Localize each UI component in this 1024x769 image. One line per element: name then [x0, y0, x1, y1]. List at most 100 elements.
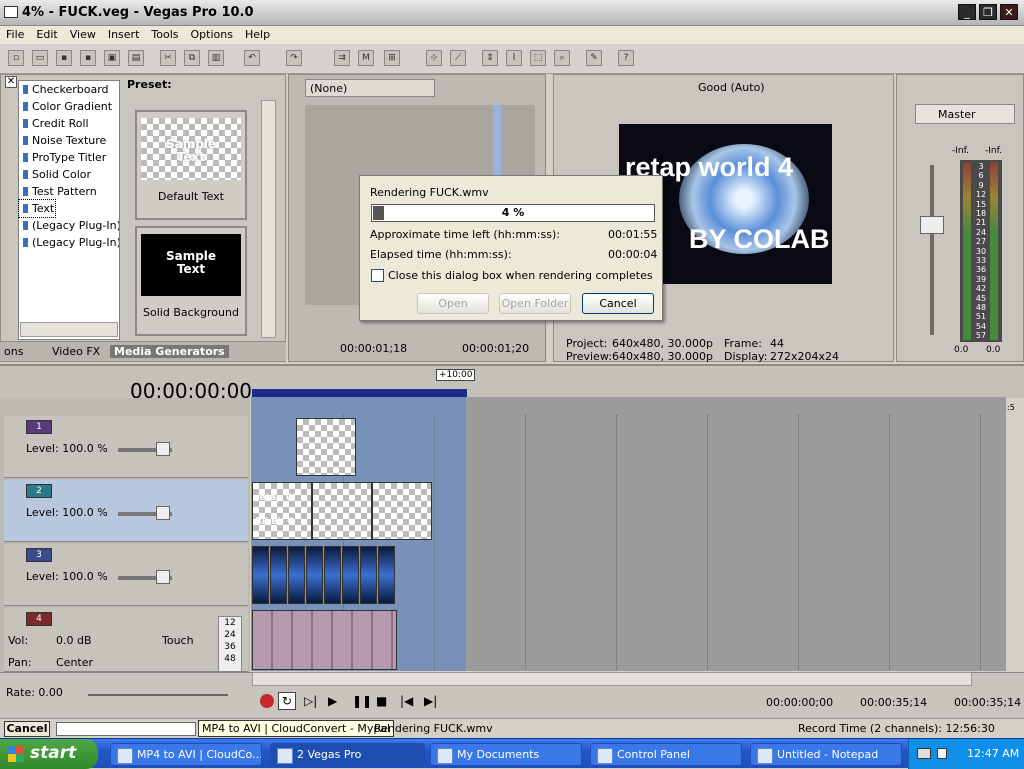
- generator-legacy-video[interactable]: (Legacy Plug-In) V: [19, 234, 119, 251]
- rate-slider[interactable]: [88, 694, 228, 696]
- menu-file[interactable]: File: [0, 26, 30, 41]
- level-slider-handle[interactable]: [156, 506, 170, 520]
- volume-icon[interactable]: [937, 748, 947, 759]
- save-as-icon[interactable]: ▪: [80, 50, 96, 66]
- task-notepad[interactable]: Untitled - Notepad: [750, 743, 902, 766]
- generator-checkerboard[interactable]: Checkerboard: [19, 81, 119, 98]
- generator-text[interactable]: Text: [18, 199, 56, 218]
- tab-video-fx[interactable]: Video FX: [52, 345, 100, 358]
- menu-view[interactable]: View: [64, 26, 102, 41]
- copy-icon[interactable]: ⧉: [184, 50, 200, 66]
- menu-help[interactable]: Help: [239, 26, 276, 41]
- record-button[interactable]: [260, 694, 274, 708]
- open-icon[interactable]: ▭: [32, 50, 48, 66]
- ignore-grouping-icon[interactable]: ⊞: [384, 50, 400, 66]
- video-thumbnail[interactable]: [288, 546, 305, 604]
- video-thumbnail[interactable]: [324, 546, 341, 604]
- open-folder-button[interactable]: Open Folder: [499, 293, 571, 314]
- track-header-3[interactable]: 3 Level: 100.0 %: [4, 544, 248, 606]
- level-slider-handle[interactable]: [156, 442, 170, 456]
- loop-playback-icon[interactable]: ↻: [278, 692, 296, 710]
- text-clip-track1[interactable]: [296, 418, 356, 476]
- close-panel-icon[interactable]: ✕: [5, 76, 17, 88]
- task-my-documents[interactable]: My Documents: [430, 743, 582, 766]
- generator-noise-texture[interactable]: Noise Texture: [19, 132, 119, 149]
- minimize-button[interactable]: _: [958, 4, 976, 20]
- cut-icon[interactable]: ✂: [160, 50, 176, 66]
- selection-tool-icon[interactable]: ⬚: [530, 50, 546, 66]
- master-fader-handle[interactable]: [920, 216, 944, 234]
- main-toolbar: ▫ ▭ ▪ ▪ ▣ ▤ ✂ ⧉ ▥ ↶ ↷ ⇉ M ⊞ ⊹ ⟋ ⇕ ⌇ ⬚ ⌕ …: [0, 44, 1024, 74]
- pause-icon[interactable]: ❚❚: [352, 694, 372, 708]
- normal-edit-tool-icon[interactable]: ⇕: [482, 50, 498, 66]
- save-icon[interactable]: ▪: [56, 50, 72, 66]
- vol-value: 0.0 dB: [56, 634, 92, 647]
- automation-mode[interactable]: Touch: [162, 634, 194, 647]
- generator-protype-titler[interactable]: ProType Titler: [19, 149, 119, 166]
- track-header-4[interactable]: 4 Vol: 0.0 dB Touch Pan: Center 12 24 36 48: [4, 608, 248, 672]
- preset-default-text[interactable]: Sample Text Default Text: [135, 110, 247, 220]
- preview-quality[interactable]: Good (Auto): [698, 81, 765, 94]
- paste-icon[interactable]: ▥: [208, 50, 224, 66]
- menu-insert[interactable]: Insert: [102, 26, 146, 41]
- track-header-1[interactable]: 1 Level: 100.0 %: [4, 416, 248, 478]
- auto-ripple-icon[interactable]: ⇉: [334, 50, 350, 66]
- online-icon[interactable]: ✎: [586, 50, 602, 66]
- generator-solid-color[interactable]: Solid Color: [19, 166, 119, 183]
- video-thumbnail[interactable]: [252, 546, 269, 604]
- task-control-panel[interactable]: Control Panel: [590, 743, 742, 766]
- text-clip-track2-1[interactable]: retap W RE BY C: [252, 482, 312, 540]
- stop-icon[interactable]: ■: [376, 694, 387, 708]
- tab-transitions[interactable]: ons: [4, 345, 23, 358]
- track-number: 1: [26, 420, 52, 434]
- menu-tools[interactable]: Tools: [145, 26, 184, 41]
- task-vegas-pro[interactable]: 2 Vegas Pro: [270, 743, 425, 766]
- status-cancel-button[interactable]: Cancel: [4, 721, 50, 737]
- zoom-tool-icon[interactable]: ⌕: [554, 50, 570, 66]
- open-button[interactable]: Open: [417, 293, 489, 314]
- video-thumbnail[interactable]: [342, 546, 359, 604]
- tab-media-generators[interactable]: Media Generators: [110, 345, 229, 358]
- play-from-start-icon[interactable]: ▷|: [304, 694, 317, 708]
- audio-clip-track4[interactable]: [252, 610, 397, 670]
- preset-vscrollbar[interactable]: [261, 100, 276, 338]
- task-mypal[interactable]: MP4 to AVI | CloudCo...: [110, 743, 262, 766]
- cancel-render-button[interactable]: Cancel: [582, 293, 654, 314]
- generator-test-pattern[interactable]: Test Pattern: [19, 183, 119, 200]
- video-thumbnail[interactable]: [306, 546, 323, 604]
- maximize-button[interactable]: ❐: [979, 4, 997, 20]
- menu-options[interactable]: Options: [185, 26, 239, 41]
- generator-credit-roll[interactable]: Credit Roll: [19, 115, 119, 132]
- text-clip-track2-3[interactable]: [372, 482, 432, 540]
- video-thumbnail[interactable]: [270, 546, 287, 604]
- preset-solid-background[interactable]: Sample Text Solid Background: [135, 226, 247, 336]
- generator-color-gradient[interactable]: Color Gradient: [19, 98, 119, 115]
- snapping-icon[interactable]: ⊹: [426, 50, 442, 66]
- render-as-icon[interactable]: ▣: [104, 50, 120, 66]
- undo-icon[interactable]: ↶: [244, 50, 260, 66]
- envelope-tool-icon[interactable]: ⌇: [506, 50, 522, 66]
- trimmer-media-selector[interactable]: (None): [305, 79, 435, 97]
- properties-icon[interactable]: ▤: [128, 50, 144, 66]
- go-to-start-icon[interactable]: |◀: [400, 694, 413, 708]
- track-header-2[interactable]: 2 Level: 100.0 %: [4, 480, 248, 542]
- close-button[interactable]: ✕: [1000, 4, 1018, 20]
- redo-icon[interactable]: ↷: [286, 50, 302, 66]
- video-thumbnail[interactable]: [378, 546, 395, 604]
- lock-envelopes-icon[interactable]: M: [358, 50, 374, 66]
- meter-scale-label: 36: [974, 265, 988, 275]
- generator-list-hscrollbar[interactable]: [20, 322, 118, 337]
- auto-crossfade-icon[interactable]: ⟋: [450, 50, 466, 66]
- text-clip-track2-2[interactable]: [312, 482, 372, 540]
- close-on-complete-checkbox[interactable]: [371, 269, 384, 282]
- timeline-hscrollbar[interactable]: [252, 672, 972, 686]
- play-icon[interactable]: ▶: [328, 694, 337, 708]
- generator-legacy-text[interactable]: (Legacy Plug-In) T: [19, 217, 119, 234]
- keyboard-icon[interactable]: [917, 748, 931, 759]
- whats-this-help-icon[interactable]: ?: [618, 50, 634, 66]
- level-slider-handle[interactable]: [156, 570, 170, 584]
- menu-edit[interactable]: Edit: [30, 26, 63, 41]
- video-thumbnail[interactable]: [360, 546, 377, 604]
- go-to-end-icon[interactable]: ▶|: [424, 694, 437, 708]
- new-icon[interactable]: ▫: [8, 50, 24, 66]
